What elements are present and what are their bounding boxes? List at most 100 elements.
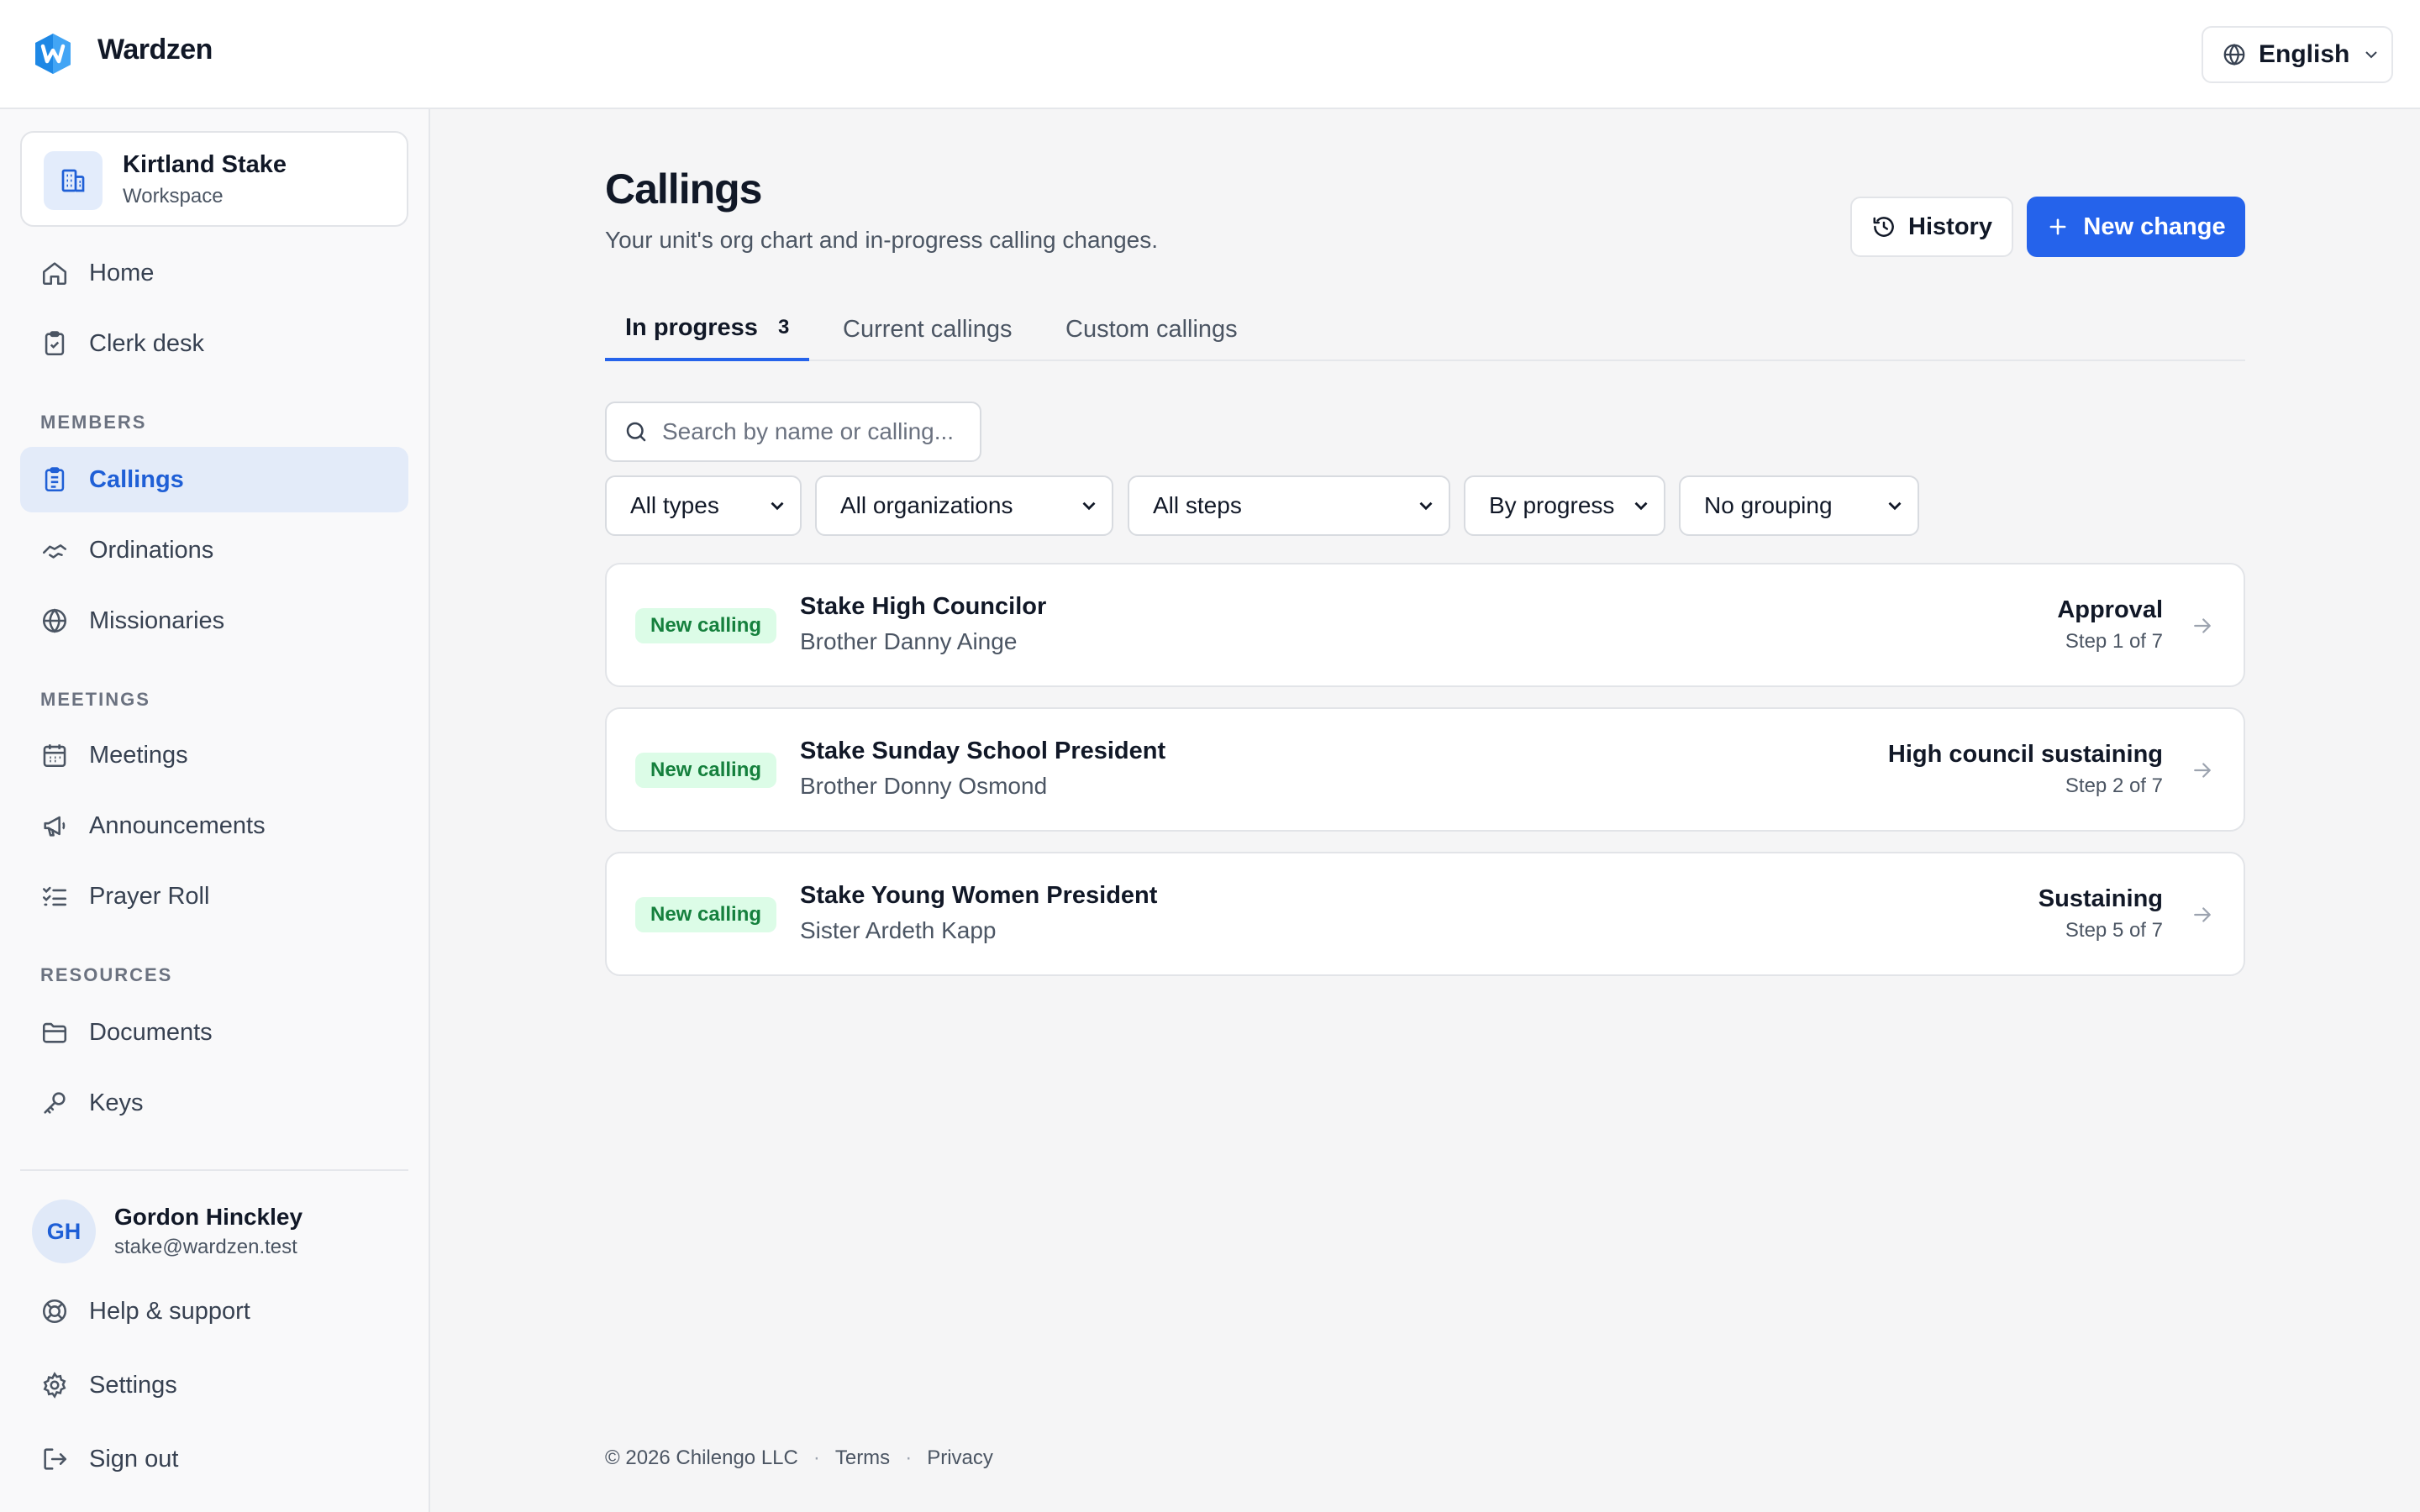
workspace-name: Kirtland Stake	[123, 151, 287, 178]
user-email: stake@wardzen.test	[114, 1236, 297, 1258]
progress-status: Sustaining	[2038, 885, 2163, 912]
select-value: No grouping	[1704, 492, 1833, 518]
search-icon	[626, 422, 646, 442]
sidebar-item-announcements[interactable]: Announcements	[20, 793, 408, 858]
select-value: All organizations	[840, 492, 1013, 518]
progress-status: Approval	[2057, 596, 2163, 623]
change-type-badge: New calling	[635, 608, 777, 643]
sidebar-item-label: Sign out	[89, 1445, 179, 1473]
sidebar-item-meetings[interactable]: Meetings	[20, 722, 408, 788]
step-filter-select[interactable]: All steps	[1128, 475, 1450, 536]
sidebar-item-label: Home	[89, 259, 155, 286]
tab-label: Current callings	[843, 315, 1013, 343]
history-label: History	[1908, 213, 1992, 240]
key-icon	[44, 1092, 66, 1114]
change-type-badge: New calling	[635, 753, 777, 788]
section-resources: RESOURCES	[40, 964, 173, 985]
calling-change-card[interactable]: New calling Stake Young Women President …	[605, 852, 2245, 976]
tab-custom-callings[interactable]: Custom callings	[1065, 297, 1238, 361]
sidebar-item-documents[interactable]: Documents	[20, 1000, 408, 1065]
workspace-type: Workspace	[123, 185, 224, 207]
terms-link[interactable]: Terms	[835, 1446, 890, 1470]
sidebar-item-missionaries[interactable]: Missionaries	[20, 588, 408, 654]
sidebar-item-help[interactable]: Help & support	[20, 1278, 408, 1344]
search-box[interactable]	[605, 402, 981, 462]
footer: © 2026 Chilengo LLC · Terms · Privacy	[605, 1446, 993, 1470]
user-profile[interactable]: GH Gordon Hinckley stake@wardzen.test	[20, 1191, 408, 1272]
select-value: All steps	[1153, 492, 1242, 518]
history-button[interactable]: History	[1850, 197, 2013, 257]
calling-title: Stake High Councilor	[800, 593, 1047, 620]
sidebar-item-clerk-desk[interactable]: Clerk desk	[20, 311, 408, 376]
top-bar: Wardzen English	[0, 0, 2420, 109]
lifebuoy-icon	[42, 1299, 67, 1324]
sidebar-item-keys[interactable]: Keys	[20, 1070, 408, 1136]
sidebar-item-prayer-roll[interactable]: Prayer Roll	[20, 864, 408, 929]
tab-in-progress[interactable]: In progress 3	[605, 297, 810, 361]
sidebar-item-label: Announcements	[89, 811, 266, 839]
arrow-right-icon	[2194, 618, 2211, 633]
sidebar-item-label: Keys	[89, 1089, 144, 1116]
search-input[interactable]	[662, 418, 973, 445]
language-label: English	[2259, 40, 2350, 68]
progress-step: Step 2 of 7	[2065, 774, 2163, 797]
page-title: Callings	[605, 165, 762, 213]
select-value: All types	[630, 492, 719, 518]
handshake-icon	[42, 544, 67, 559]
user-name: Gordon Hinckley	[114, 1204, 303, 1230]
sidebar-item-label: Ordinations	[89, 536, 214, 564]
tab-label: In progress	[625, 313, 758, 341]
sidebar-item-label: Missionaries	[89, 606, 225, 634]
list-checks-icon	[42, 886, 67, 906]
tab-current-callings[interactable]: Current callings	[843, 297, 1012, 361]
select-value: By progress	[1489, 492, 1615, 518]
sidebar-item-label: Clerk desk	[89, 329, 204, 357]
calling-title: Stake Young Women President	[800, 882, 1158, 909]
new-change-button[interactable]: New change	[2027, 197, 2245, 257]
calling-title: Stake Sunday School President	[800, 738, 1166, 764]
sign-out-icon	[44, 1448, 67, 1470]
arrow-right-icon	[2194, 907, 2211, 922]
separator: ·	[813, 1446, 820, 1469]
language-selector[interactable]: English	[2202, 26, 2393, 83]
gear-icon	[43, 1372, 66, 1399]
section-meetings: MEETINGS	[40, 689, 150, 710]
sidebar-item-sign-out[interactable]: Sign out	[20, 1426, 408, 1492]
brand-name[interactable]: Wardzen	[97, 34, 213, 66]
change-type-badge: New calling	[635, 897, 777, 932]
new-change-label: New change	[2083, 213, 2226, 240]
arrow-right-icon	[2194, 763, 2211, 778]
separator: ·	[905, 1446, 913, 1469]
privacy-link[interactable]: Privacy	[927, 1446, 993, 1470]
sidebar-item-home[interactable]: Home	[20, 240, 408, 306]
page-subtitle: Your unit's org chart and in-progress ca…	[605, 227, 1159, 253]
grouping-select[interactable]: No grouping	[1679, 475, 1919, 536]
chevron-down-icon	[1634, 501, 1648, 511]
sidebar-item-settings[interactable]: Settings	[20, 1352, 408, 1418]
type-filter-select[interactable]: All types	[605, 475, 802, 536]
sort-select[interactable]: By progress	[1464, 475, 1665, 536]
sidebar-item-label: Documents	[89, 1018, 213, 1046]
megaphone-icon	[44, 816, 66, 837]
globe-icon	[2223, 44, 2245, 66]
organization-filter-select[interactable]: All organizations	[815, 475, 1113, 536]
tab-bar: In progress 3 Current callings Custom ca…	[605, 297, 2245, 361]
sidebar-item-label: Prayer Roll	[89, 882, 210, 910]
folder-icon	[42, 1022, 67, 1043]
chevron-down-icon	[771, 501, 784, 511]
progress-step: Step 1 of 7	[2065, 630, 2163, 653]
sidebar-item-label: Settings	[89, 1371, 177, 1399]
plus-icon	[2049, 218, 2066, 235]
sidebar: Kirtland Stake Workspace Home Clerk desk…	[0, 109, 430, 1512]
building-icon	[44, 151, 103, 210]
calendar-icon	[43, 744, 66, 768]
chevron-down-icon	[2365, 51, 2378, 59]
sidebar-item-label: Meetings	[89, 741, 188, 769]
calling-change-card[interactable]: New calling Stake High Councilor Brother…	[605, 563, 2245, 687]
sidebar-divider	[20, 1169, 408, 1171]
wardzen-logo-icon[interactable]	[32, 32, 74, 76]
calling-change-card[interactable]: New calling Stake Sunday School Presiden…	[605, 707, 2245, 832]
sidebar-item-ordinations[interactable]: Ordinations	[20, 517, 408, 583]
sidebar-item-callings[interactable]: Callings	[20, 447, 408, 512]
workspace-switcher[interactable]: Kirtland Stake Workspace	[20, 131, 408, 227]
